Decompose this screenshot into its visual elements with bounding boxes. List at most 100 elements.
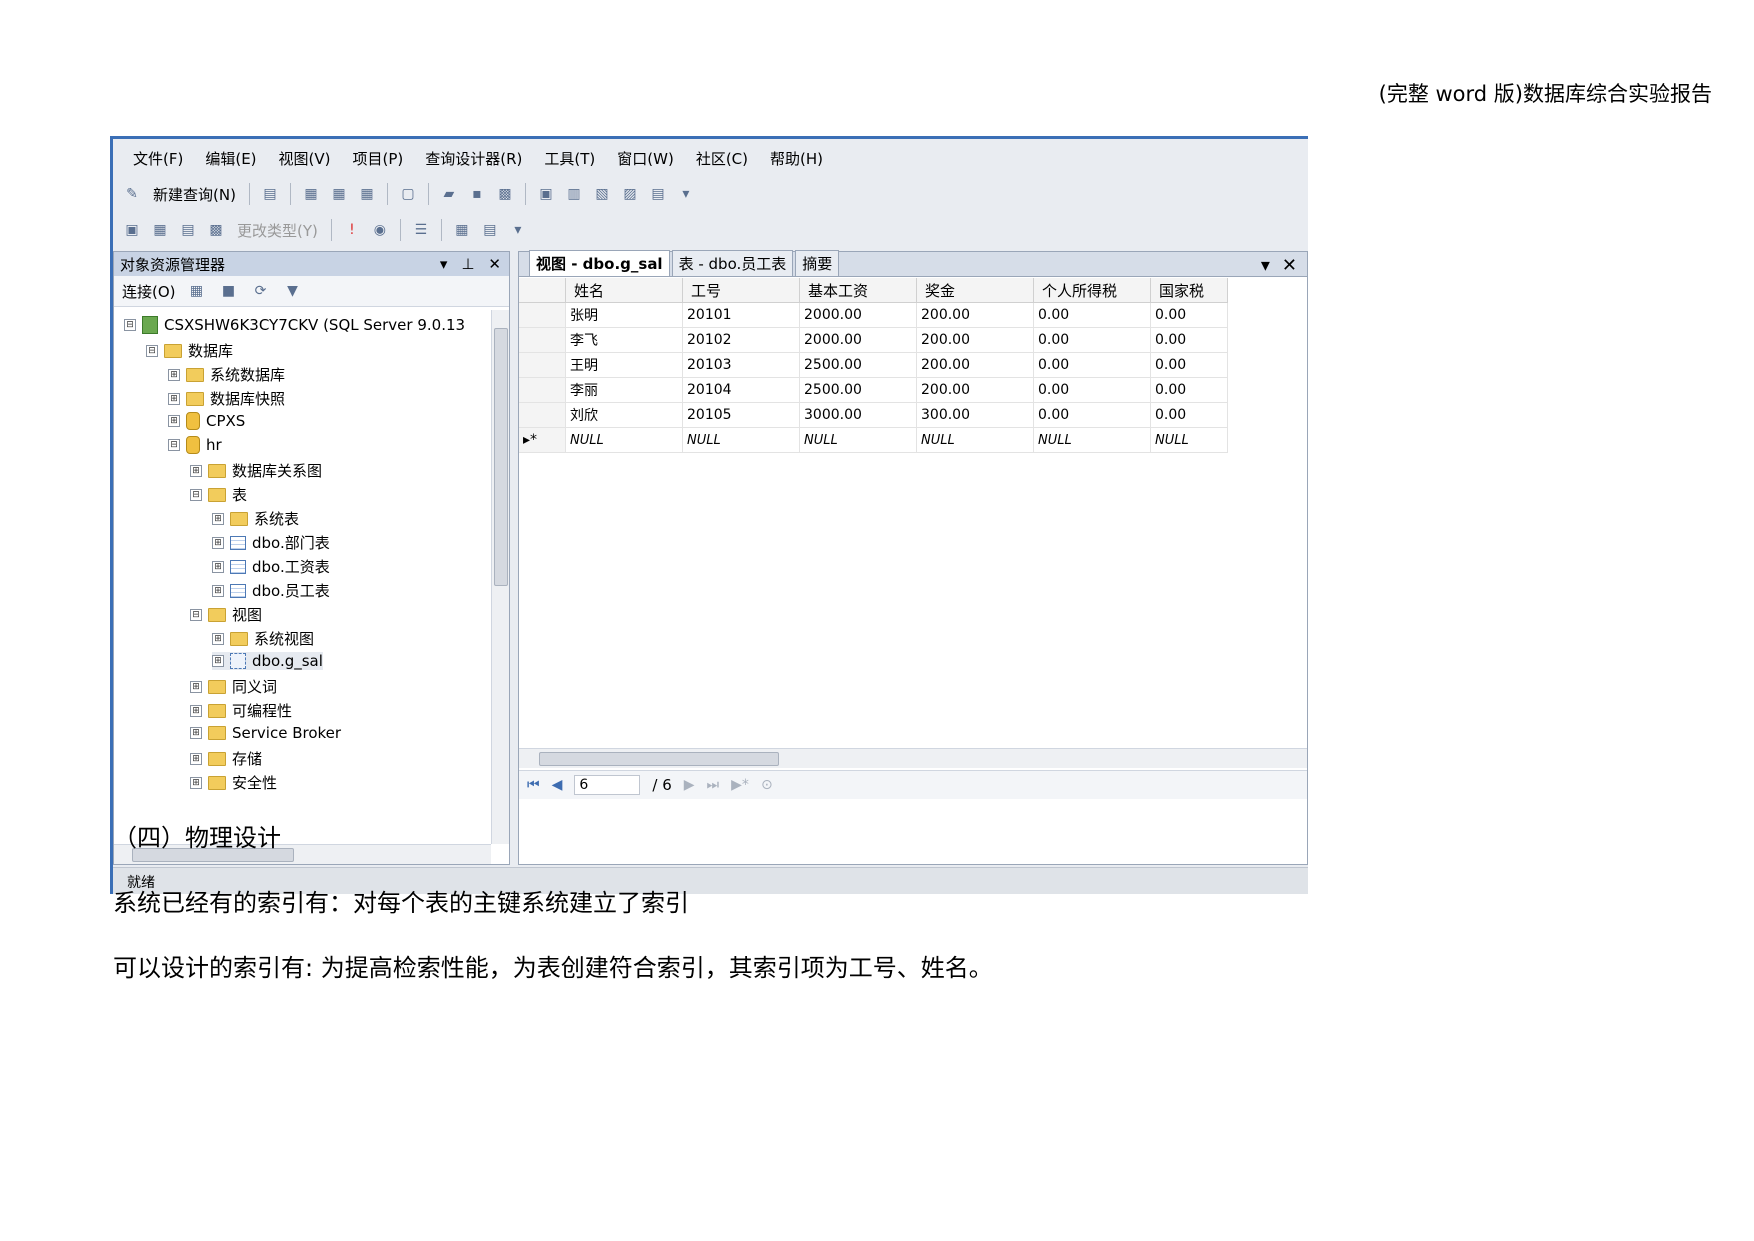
group-by-icon[interactable]: ☰ xyxy=(410,219,432,241)
tree-node-synonyms[interactable]: ⊞ 同义词 xyxy=(190,676,277,697)
stop-icon[interactable]: ⊙ xyxy=(761,777,773,793)
collapse-icon[interactable]: ⊟ xyxy=(190,488,202,501)
expand-icon[interactable]: ⊞ xyxy=(190,704,202,717)
cell[interactable]: 0.00 xyxy=(1150,327,1228,353)
tree-node-tables[interactable]: ⊟ 表 xyxy=(190,484,247,505)
cell[interactable]: 2000.00 xyxy=(799,327,917,353)
cell[interactable]: 0.00 xyxy=(1033,302,1151,328)
cell[interactable]: 20102 xyxy=(682,327,800,353)
row-selector[interactable] xyxy=(519,327,566,353)
collapse-icon[interactable]: ⊟ xyxy=(168,439,180,451)
cell[interactable]: NULL xyxy=(682,427,800,453)
change-type-dropdown[interactable]: 更改类型(Y) xyxy=(233,220,322,241)
row-selector[interactable] xyxy=(519,302,566,328)
cell[interactable]: NULL xyxy=(565,427,683,453)
save-icon[interactable]: ▪ xyxy=(466,183,488,205)
expand-icon[interactable]: ⊞ xyxy=(190,752,202,765)
add-derived-table-icon[interactable]: ▤ xyxy=(479,219,501,241)
new-file-icon[interactable]: ▤ xyxy=(259,183,281,205)
cell[interactable]: 0.00 xyxy=(1150,402,1228,428)
expand-icon[interactable]: ⊞ xyxy=(212,584,224,597)
criteria-pane-icon[interactable]: ▦ xyxy=(149,219,171,241)
save-all-icon[interactable]: ▩ xyxy=(494,183,516,205)
tree-node-system-tables[interactable]: ⊞ 系统表 xyxy=(212,508,299,529)
menu-community[interactable]: 社区(C) xyxy=(696,148,748,169)
cell[interactable]: 200.00 xyxy=(916,377,1034,403)
tree-node-database-snapshots[interactable]: ⊞ 数据库快照 xyxy=(168,388,285,409)
grid-horizontal-scrollbar[interactable] xyxy=(519,748,1307,768)
column-header[interactable]: 奖金 xyxy=(916,278,1034,303)
cell[interactable]: 300.00 xyxy=(916,402,1034,428)
expand-icon[interactable]: ⊞ xyxy=(168,368,180,381)
menu-tools[interactable]: 工具(T) xyxy=(544,148,595,169)
cell[interactable]: 20104 xyxy=(682,377,800,403)
toolbar-overflow-icon[interactable]: ▾ xyxy=(507,219,529,241)
expand-icon[interactable]: ⊞ xyxy=(190,727,202,739)
tab-summary[interactable]: 摘要 xyxy=(795,250,840,276)
dropdown-arrow-icon[interactable]: ▾ xyxy=(440,255,448,273)
cell[interactable]: 20105 xyxy=(682,402,800,428)
cell[interactable]: 王明 xyxy=(565,352,683,378)
cell[interactable]: 0.00 xyxy=(1033,402,1151,428)
registered-servers-icon[interactable]: ▣ xyxy=(535,183,557,205)
last-record-icon[interactable]: ⏭ xyxy=(707,777,720,793)
new-query-button[interactable]: 新建查询(N) xyxy=(149,184,240,205)
tree-node-server[interactable]: ⊟ CSXSHW6K3CY7CKV (SQL Server 9.0.13 xyxy=(124,316,465,334)
expand-icon[interactable]: ⊞ xyxy=(168,415,180,427)
expand-icon[interactable]: ⊞ xyxy=(168,392,180,405)
tree-node-storage[interactable]: ⊞ 存储 xyxy=(190,748,262,769)
cell[interactable]: 3000.00 xyxy=(799,402,917,428)
table-row[interactable]: 刘欣 20105 3000.00 300.00 0.00 0.00 xyxy=(519,402,1228,428)
add-table-icon[interactable]: ▦ xyxy=(451,219,473,241)
toolbox-icon[interactable]: ▤ xyxy=(647,183,669,205)
cell[interactable]: 20103 xyxy=(682,352,800,378)
new-record-icon[interactable]: ▶* xyxy=(731,777,749,793)
pin-icon[interactable]: ⊥ xyxy=(461,255,474,273)
tree-node-salary-table[interactable]: ⊞ dbo.工资表 xyxy=(212,556,330,577)
table-row[interactable]: 李丽 20104 2500.00 200.00 0.00 0.00 xyxy=(519,377,1228,403)
tree-node-system-databases[interactable]: ⊞ 系统数据库 xyxy=(168,364,285,385)
results-pane-icon[interactable]: ▩ xyxy=(205,219,227,241)
expand-icon[interactable]: ⊞ xyxy=(212,536,224,549)
expand-icon[interactable]: ⊞ xyxy=(212,655,224,667)
diagram-pane-icon[interactable]: ▣ xyxy=(121,219,143,241)
tree-node-employee-table[interactable]: ⊞ dbo.员工表 xyxy=(212,580,330,601)
column-header[interactable]: 基本工资 xyxy=(799,278,917,303)
row-selector[interactable] xyxy=(519,402,566,428)
toolbar-overflow-icon[interactable]: ▾ xyxy=(675,183,697,205)
cell[interactable]: NULL xyxy=(1150,427,1228,453)
collapse-icon[interactable]: ⊟ xyxy=(146,344,158,357)
xmla-query-icon[interactable]: ▦ xyxy=(356,183,378,205)
tree-node-service-broker[interactable]: ⊞ Service Broker xyxy=(190,724,341,742)
open-folder-icon[interactable]: ▰ xyxy=(438,183,460,205)
menu-help[interactable]: 帮助(H) xyxy=(770,148,823,169)
tree-node-system-views[interactable]: ⊞ 系统视图 xyxy=(212,628,314,649)
table-row[interactable]: 李飞 20102 2000.00 200.00 0.00 0.00 xyxy=(519,327,1228,353)
tree-node-views[interactable]: ⊟ 视图 xyxy=(190,604,262,625)
cell[interactable]: 李飞 xyxy=(565,327,683,353)
cell[interactable]: 200.00 xyxy=(916,302,1034,328)
table-row[interactable]: 王明 20103 2500.00 200.00 0.00 0.00 xyxy=(519,352,1228,378)
cell[interactable]: 2500.00 xyxy=(799,377,917,403)
expand-icon[interactable]: ⊞ xyxy=(190,464,202,477)
cell[interactable]: NULL xyxy=(799,427,917,453)
column-header[interactable]: 姓名 xyxy=(565,278,683,303)
tree-node-security[interactable]: ⊞ 安全性 xyxy=(190,772,277,793)
new-row-marker[interactable]: ▸* xyxy=(519,427,566,453)
column-header[interactable]: 工号 xyxy=(682,278,800,303)
cell[interactable]: 0.00 xyxy=(1150,302,1228,328)
tree-node-g-sal-view[interactable]: ⊞ dbo.g_sal xyxy=(212,652,323,670)
scroll-thumb[interactable] xyxy=(539,752,779,766)
filter-icon[interactable]: ▼ xyxy=(282,280,304,302)
disconnect-icon[interactable]: ▦ xyxy=(186,280,208,302)
cell[interactable]: 0.00 xyxy=(1150,352,1228,378)
current-record-input[interactable] xyxy=(574,775,641,795)
cell[interactable]: 0.00 xyxy=(1033,327,1151,353)
menu-view[interactable]: 视图(V) xyxy=(279,148,331,169)
menu-project[interactable]: 项目(P) xyxy=(353,148,404,169)
verify-sql-icon[interactable]: ◉ xyxy=(369,219,391,241)
menu-window[interactable]: 窗口(W) xyxy=(617,148,674,169)
cell[interactable]: 200.00 xyxy=(916,352,1034,378)
expand-icon[interactable]: ⊞ xyxy=(212,512,224,525)
row-selector[interactable] xyxy=(519,352,566,378)
